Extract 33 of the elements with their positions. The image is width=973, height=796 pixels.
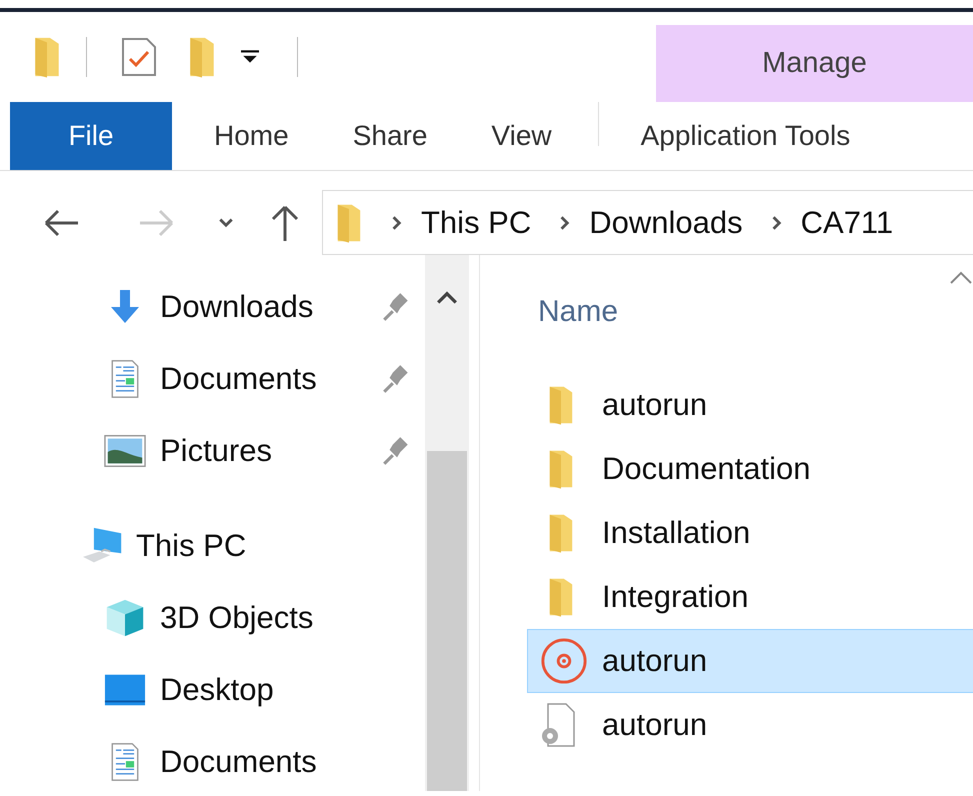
column-header[interactable]: Name — [480, 255, 973, 373]
navigation-item[interactable]: 3D Objects — [0, 582, 425, 654]
navigation-item[interactable]: This PC — [0, 510, 425, 582]
navigation-item[interactable]: Documents — [0, 726, 425, 796]
file-row[interactable]: autorun — [527, 373, 973, 437]
dropdown-icon[interactable] — [241, 50, 259, 64]
navigation-item[interactable]: Documents — [0, 343, 425, 415]
ribbon-tab[interactable]: View — [459, 102, 584, 170]
navigation-item[interactable]: Pictures — [0, 415, 425, 487]
disc-icon — [540, 637, 588, 685]
scrollbar-thumb[interactable] — [427, 451, 467, 791]
breadcrumb[interactable]: Downloads — [589, 204, 743, 240]
file-row[interactable]: Installation — [527, 501, 973, 565]
contextual-tab-header: Manage — [656, 25, 973, 102]
navigation-item[interactable]: Desktop — [0, 654, 425, 726]
chevron-right-icon — [559, 214, 572, 230]
chevron-right-icon — [770, 214, 783, 230]
breadcrumb[interactable]: CA711 — [800, 204, 894, 240]
checklist-icon[interactable] — [121, 37, 157, 77]
address-bar[interactable]: This PC Downloads CA711 — [322, 190, 973, 255]
cube-icon — [104, 598, 146, 638]
scroll-up-icon[interactable] — [436, 289, 458, 305]
ribbon-tab[interactable]: Share — [320, 102, 460, 170]
file-row[interactable]: Documentation — [527, 437, 973, 501]
breadcrumb[interactable]: This PC — [421, 204, 532, 240]
chevron-right-icon — [391, 214, 403, 230]
ribbon-tab[interactable]: Home — [182, 102, 321, 170]
file-row[interactable]: autorun — [527, 693, 973, 757]
navigation-item[interactable]: Downloads — [0, 271, 425, 343]
chevron-down-icon[interactable] — [218, 216, 234, 228]
file-row[interactable]: autorun — [527, 629, 973, 693]
ribbon-tab[interactable]: Application Tools — [598, 102, 850, 170]
file-row[interactable]: Integration — [527, 565, 973, 629]
